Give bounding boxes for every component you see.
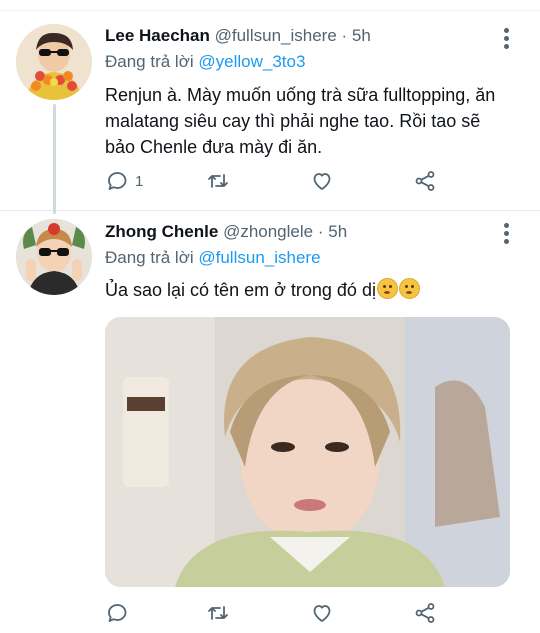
tweet[interactable]: Zhong Chenle @zhonglele · 5h Đang trả lờ… [0,211,540,633]
reply-button[interactable] [105,600,129,626]
woozy-face-emoji [376,278,398,299]
retweet-icon [208,174,228,188]
retweet-button[interactable] [206,168,230,194]
more-vertical-icon[interactable] [504,223,510,244]
handle[interactable]: @fullsun_ishere [215,26,337,45]
share-button[interactable] [413,168,437,194]
like-button[interactable] [310,168,334,194]
share-icon [415,171,435,191]
comment-icon [108,172,127,190]
share-icon [415,603,435,623]
tweet[interactable]: Lee Haechan @fullsun_ishere · 5h Đang tr… [0,10,540,214]
replying-to-label: Đang trả lời [105,52,194,71]
tweet-header: Lee Haechan @fullsun_ishere · 5h [105,25,371,47]
tweet-text-body: Ủa sao lại có tên em ở trong đó dị [105,280,376,300]
tweet-photo[interactable] [105,317,510,587]
comment-icon [108,604,127,622]
more-vertical-icon[interactable] [504,28,510,49]
replying-to: Đang trả lời @fullsun_ishere [105,247,321,269]
reply-count: 1 [135,172,144,190]
thread-line [53,104,56,214]
mention-link[interactable]: @yellow_3to3 [198,52,305,71]
replying-to: Đang trả lời @yellow_3to3 [105,51,305,73]
separator: · [341,26,348,45]
replying-to-label: Đang trả lời [105,248,194,267]
reply-button[interactable]: 1 [105,168,143,194]
tweet-text: Ủa sao lại có tên em ở trong đó dị [105,277,510,303]
handle[interactable]: @zhonglele [223,222,313,241]
timestamp[interactable]: 5h [352,26,371,45]
retweet-button[interactable] [206,600,230,626]
avatar[interactable] [16,24,92,100]
share-button[interactable] [413,600,437,626]
tweet-text: Renjun à. Mày muốn uống trà sữa fulltopp… [105,85,496,157]
display-name[interactable]: Zhong Chenle [105,222,218,241]
heart-icon [313,173,331,190]
action-bar: 1 [105,168,505,194]
heart-icon [313,605,331,622]
display-name[interactable]: Lee Haechan [105,26,210,45]
mention-link[interactable]: @fullsun_ishere [198,248,320,267]
separator: · [317,222,324,241]
like-button[interactable] [310,600,334,626]
tweet-header: Zhong Chenle @zhonglele · 5h [105,221,347,243]
retweet-icon [208,606,228,620]
avatar[interactable] [16,219,92,295]
woozy-face-emoji [398,278,420,299]
action-bar [105,600,505,626]
timestamp[interactable]: 5h [328,222,347,241]
